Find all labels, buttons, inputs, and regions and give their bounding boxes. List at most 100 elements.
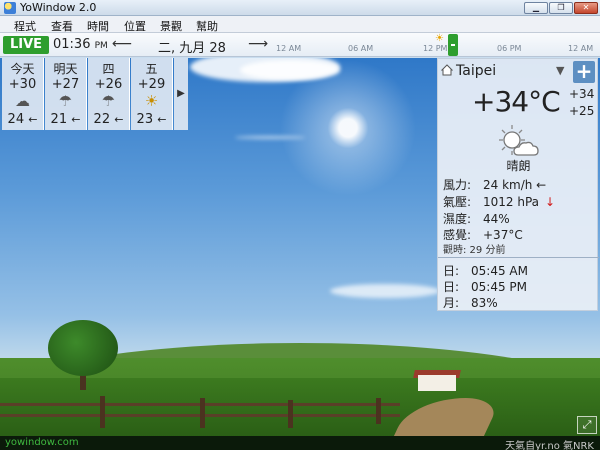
previous-day-arrow-icon[interactable]: ⟵ xyxy=(112,36,132,52)
humidity-row: 濕度: 44% xyxy=(443,210,510,227)
timeline-tick: 06 AM xyxy=(348,44,374,53)
timeline-bar: LIVE 01:36 PM ⟵ 二, 九月 28 ⟶ 12 AM 06 AM 1… xyxy=(0,33,600,57)
forecast-day-tile[interactable]: 今天 +30 ☁ 24 ← xyxy=(2,58,44,130)
forecast-low-value: 24 xyxy=(7,112,25,127)
timeline-tick: 12 AM xyxy=(276,44,302,53)
humidity-value: 44% xyxy=(483,212,510,226)
humidity-label: 濕度: xyxy=(443,212,472,226)
forecast-low-value: 21 xyxy=(50,112,68,127)
fence-post xyxy=(100,396,105,428)
sunset-label: 日: xyxy=(443,280,460,294)
rain-cloud-icon: ☂ xyxy=(58,92,73,110)
timeline-tick: 06 PM xyxy=(497,44,522,53)
current-conditions-panel: Taipei ▼ + +34°C +34 +25 晴朗 風力: 24 km/h ←… xyxy=(437,58,599,311)
menu-view[interactable]: 查看 xyxy=(51,18,73,34)
sunrise-value: 05:45 AM xyxy=(471,264,528,278)
chevron-down-icon[interactable]: ▼ xyxy=(556,64,564,77)
condition-text: 晴朗 xyxy=(506,159,531,173)
forecast-low: 22 ← xyxy=(88,112,129,127)
website-link[interactable]: yowindow.com xyxy=(5,437,79,448)
observation-time: 觀時: 29 分前 xyxy=(443,245,506,256)
feels-like-value: +37°C xyxy=(483,228,523,242)
forecast-day-tile[interactable]: 五 +29 ☀ 23 ← xyxy=(131,58,173,130)
moon-label: 月: xyxy=(443,296,460,310)
wind-arrow-icon: ← xyxy=(114,113,124,126)
sunrise-label: 日: xyxy=(443,264,460,278)
menu-landscape[interactable]: 景觀 xyxy=(160,18,182,34)
app-icon xyxy=(4,2,16,14)
forecast-low: 23 ← xyxy=(131,112,172,127)
menu-time[interactable]: 時間 xyxy=(87,18,109,34)
current-temperature: +34°C xyxy=(472,85,561,118)
yowindow-app: YoWindow 2.0 ▁ ❐ ✕ 程式 查看 時間 位置 景觀 幫助 LIV… xyxy=(0,0,600,450)
timeline-tick: 12 PM xyxy=(423,44,448,53)
minimize-button[interactable]: ▁ xyxy=(524,2,548,14)
city-selector[interactable]: Taipei ▼ xyxy=(438,59,569,83)
sun-icon: ☀ xyxy=(435,33,444,44)
city-name: Taipei xyxy=(456,63,497,79)
wind-arrow-icon: ← xyxy=(28,113,38,126)
cloud xyxy=(235,136,305,139)
pressure-row: 氣壓: 1012 hPa ↓ xyxy=(443,193,555,210)
forecast-strip: 今天 +30 ☁ 24 ← 明天 +27 ☂ 21 ← 四 +26 ☂ 22 ←… xyxy=(2,58,188,130)
forecast-low-value: 22 xyxy=(93,112,111,127)
fence-post xyxy=(200,398,205,428)
partly-cloudy-icon: ☁ xyxy=(15,92,30,110)
wind-arrow-icon: ← xyxy=(71,113,81,126)
forecast-day-label: 今天 xyxy=(10,62,35,76)
time-ampm: PM xyxy=(94,41,108,51)
fence-post xyxy=(288,400,293,428)
current-time: 01:36 PM xyxy=(53,37,108,52)
close-button[interactable]: ✕ xyxy=(574,2,598,14)
forecast-high: +27 xyxy=(51,77,80,92)
forecast-day-label: 四 xyxy=(102,62,115,76)
sunset-row: 日: 05:45 PM xyxy=(443,278,527,295)
forecast-day-tile[interactable]: 明天 +27 ☂ 21 ← xyxy=(45,58,87,130)
cloud xyxy=(240,60,340,80)
wind-row: 風力: 24 km/h ← xyxy=(443,176,546,193)
temperature-high: +34 xyxy=(569,87,595,101)
pressure-label: 氣壓: xyxy=(443,195,472,209)
forecast-high: +30 xyxy=(8,77,37,92)
wind-arrow-icon: ← xyxy=(157,113,167,126)
home-icon xyxy=(441,64,453,76)
wind-value: 24 km/h ← xyxy=(483,178,547,192)
timeline-tick: 12 AM xyxy=(568,44,594,53)
moon-value: 83% xyxy=(471,296,498,310)
menu-location[interactable]: 位置 xyxy=(124,18,146,34)
data-attribution[interactable]: 天氣自yr.no 氣NRK xyxy=(505,437,594,450)
forecast-low: 24 ← xyxy=(2,112,43,127)
window-title: YoWindow 2.0 xyxy=(20,1,97,14)
wind-label: 風力: xyxy=(443,178,472,192)
forecast-day-label: 五 xyxy=(145,62,158,76)
maximize-button[interactable]: ❐ xyxy=(549,2,573,14)
forecast-high: +29 xyxy=(137,77,166,92)
pressure-value: 1012 hPa xyxy=(483,195,540,209)
timeline-slider-handle[interactable] xyxy=(448,34,458,56)
field xyxy=(0,378,600,436)
time-value: 01:36 xyxy=(53,37,91,52)
forecast-next-arrow-icon[interactable]: ▶ xyxy=(174,58,188,130)
forecast-day-label: 明天 xyxy=(53,62,78,76)
pressure-trend-arrow-icon: ↓ xyxy=(545,195,556,209)
house xyxy=(418,375,456,391)
menu-help[interactable]: 幫助 xyxy=(196,18,218,34)
divider xyxy=(438,257,599,258)
live-button[interactable]: LIVE xyxy=(3,36,49,54)
sunrise-row: 日: 05:45 AM xyxy=(443,262,528,279)
forecast-low: 21 ← xyxy=(45,112,86,127)
sun-icon: ☀ xyxy=(144,92,159,110)
fullscreen-button[interactable]: ⤢ xyxy=(577,416,597,434)
forecast-day-tile[interactable]: 四 +26 ☂ 22 ← xyxy=(88,58,130,130)
next-day-arrow-icon[interactable]: ⟶ xyxy=(248,36,268,52)
menu-program[interactable]: 程式 xyxy=(14,18,36,34)
add-location-button[interactable]: + xyxy=(573,61,595,83)
temperature-low: +25 xyxy=(569,104,595,118)
title-bar: YoWindow 2.0 ▁ ❐ ✕ xyxy=(0,0,600,16)
cloud xyxy=(330,284,440,298)
menu-bar: 程式 查看 時間 位置 景觀 幫助 xyxy=(0,16,600,33)
moon-row: 月: 83% xyxy=(443,294,498,311)
fence-post xyxy=(376,398,381,424)
forecast-low-value: 23 xyxy=(136,112,154,127)
date-label: 二, 九月 28 xyxy=(158,41,226,56)
